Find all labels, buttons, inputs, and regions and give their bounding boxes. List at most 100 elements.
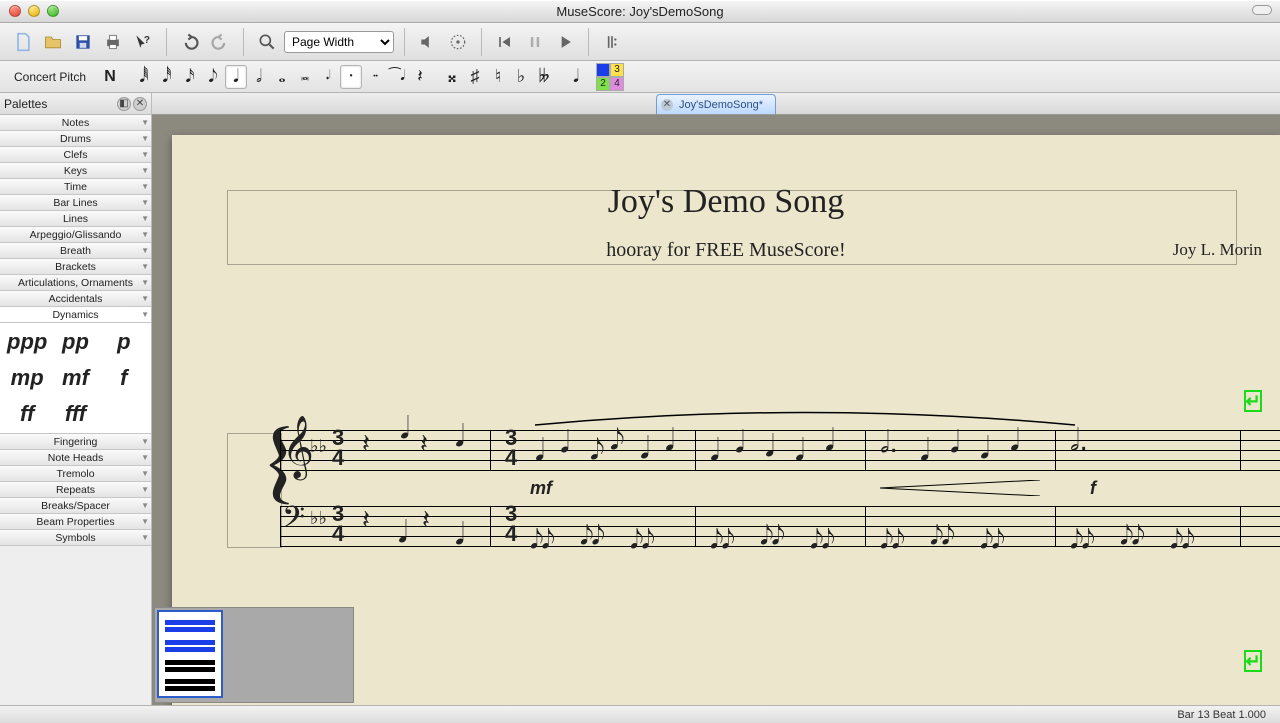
score-title[interactable]: Joy's Demo Song bbox=[172, 183, 1280, 221]
note[interactable]: 𝅘𝅥𝅮𝅘𝅥𝅮 bbox=[580, 520, 603, 552]
palette-item-bar-lines[interactable]: Bar Lines▼ bbox=[0, 195, 151, 211]
palettes-header[interactable]: Palettes ◧ ✕ bbox=[0, 93, 151, 115]
duration-quarter[interactable]: 𝅘𝅥 bbox=[225, 65, 247, 89]
zoom-dropdown[interactable]: Page Width bbox=[284, 31, 394, 53]
note[interactable]: 𝅘𝅥𝅮𝅘𝅥𝅮 bbox=[530, 524, 553, 556]
linebreak-icon[interactable]: ↵ bbox=[1244, 650, 1262, 672]
palette-item-beam-properties[interactable]: Beam Properties▼ bbox=[0, 514, 151, 530]
duration-double-dot[interactable]: ·· bbox=[363, 65, 385, 89]
note[interactable]: 𝅘𝅥 bbox=[455, 420, 465, 454]
palettes-undock-icon[interactable]: ◧ bbox=[117, 97, 131, 111]
note[interactable]: 𝄽 bbox=[422, 504, 430, 536]
note[interactable]: 𝅘𝅥 bbox=[920, 434, 930, 468]
palette-item-symbols[interactable]: Symbols▼ bbox=[0, 530, 151, 546]
dynamic-mf[interactable]: mf bbox=[54, 365, 96, 391]
dynamic-f[interactable]: f bbox=[103, 365, 145, 391]
note[interactable]: 𝅘𝅥 bbox=[400, 412, 410, 446]
page-thumbnail[interactable] bbox=[157, 610, 223, 698]
palette-item-arpeggio-glissando[interactable]: Arpeggio/Glissando▼ bbox=[0, 227, 151, 243]
duration-half[interactable]: 𝅗𝅥 bbox=[248, 65, 270, 89]
palette-item-brackets[interactable]: Brackets▼ bbox=[0, 259, 151, 275]
duration-64th[interactable]: 𝅘𝅥𝅱 bbox=[133, 65, 155, 89]
sharp-button[interactable]: ♯ bbox=[464, 65, 486, 89]
note[interactable]: 𝅘𝅥 bbox=[398, 516, 408, 550]
score-viewport[interactable]: Joy's Demo Song hooray for FREE MuseScor… bbox=[152, 115, 1280, 705]
palette-item-repeats[interactable]: Repeats▼ bbox=[0, 482, 151, 498]
palette-item-tremolo[interactable]: Tremolo▼ bbox=[0, 466, 151, 482]
note[interactable]: 𝄽 bbox=[362, 428, 370, 460]
dynamic-mf[interactable]: mf bbox=[530, 478, 552, 499]
palette-item-clefs[interactable]: Clefs▼ bbox=[0, 147, 151, 163]
zoom-select[interactable]: Page Width bbox=[284, 31, 394, 53]
note[interactable]: 𝅘𝅥𝅮𝅘𝅥𝅮 bbox=[1170, 524, 1193, 556]
duration-16th[interactable]: 𝅘𝅥𝅯 bbox=[179, 65, 201, 89]
navigator-panel[interactable] bbox=[154, 607, 354, 703]
redo-button[interactable] bbox=[207, 29, 233, 55]
dynamic-f[interactable]: f bbox=[1090, 478, 1096, 499]
natural-button[interactable]: ♮ bbox=[487, 65, 509, 89]
palette-item-time[interactable]: Time▼ bbox=[0, 179, 151, 195]
duration-8th[interactable]: 𝅘𝅥𝅮 bbox=[202, 65, 224, 89]
close-tab-icon[interactable]: ✕ bbox=[661, 99, 673, 111]
voice-4-button[interactable]: 4 bbox=[610, 77, 624, 91]
voice-1-button[interactable] bbox=[596, 63, 610, 77]
note[interactable]: 𝅘𝅥 bbox=[560, 426, 570, 460]
note[interactable]: 𝅘𝅥 bbox=[455, 518, 465, 552]
voice-selector[interactable]: 3 2 4 bbox=[596, 63, 638, 91]
crescendo[interactable] bbox=[880, 480, 1040, 496]
palette-item-drums[interactable]: Drums▼ bbox=[0, 131, 151, 147]
note-entry-button[interactable]: N bbox=[99, 65, 121, 89]
document-tab[interactable]: ✕ Joy'sDemoSong* bbox=[656, 94, 776, 114]
palette-item-notes[interactable]: Notes▼ bbox=[0, 115, 151, 131]
zoom-button[interactable] bbox=[254, 29, 280, 55]
note[interactable]: 𝅘𝅥𝅮𝅘𝅥𝅮 bbox=[1120, 520, 1143, 552]
rewind-button[interactable] bbox=[492, 29, 518, 55]
music-system[interactable]: 𝄔 𝄞 ♭♭ 3 4 𝄽 𝅘𝅥 𝄽 𝅘𝅥 3 4 bbox=[280, 430, 1280, 560]
save-file-button[interactable] bbox=[70, 29, 96, 55]
metronome-button[interactable] bbox=[445, 29, 471, 55]
dynamic-pp[interactable]: pp bbox=[54, 329, 96, 355]
note[interactable]: 𝅘𝅥 bbox=[795, 434, 805, 468]
concert-pitch-button[interactable]: Concert Pitch bbox=[6, 70, 98, 84]
note[interactable]: 𝅘𝅥 bbox=[980, 432, 990, 466]
note[interactable]: 𝅘𝅥𝅮𝅘𝅥𝅮 bbox=[880, 524, 903, 556]
note[interactable]: 𝅗𝅥. bbox=[880, 426, 898, 460]
note[interactable]: 𝄽 bbox=[420, 428, 428, 460]
flat-button[interactable]: ♭ bbox=[510, 65, 532, 89]
note[interactable]: 𝅘𝅥 bbox=[765, 430, 775, 464]
note[interactable]: 𝅘𝅥𝅮𝅘𝅥𝅮 bbox=[980, 524, 1003, 556]
note[interactable]: 𝅘𝅥 bbox=[950, 426, 960, 460]
double-sharp-button[interactable]: 𝄪 bbox=[441, 65, 463, 89]
linebreak-icon[interactable]: ↵ bbox=[1244, 390, 1262, 412]
repeat-button[interactable] bbox=[599, 29, 625, 55]
flip-stem-button[interactable]: 𝅘𝅥 bbox=[565, 65, 587, 89]
sound-button[interactable] bbox=[415, 29, 441, 55]
dynamic-fff[interactable]: fff bbox=[54, 401, 96, 427]
dynamic-p[interactable]: p bbox=[103, 329, 145, 355]
undo-button[interactable] bbox=[177, 29, 203, 55]
voice-3-button[interactable]: 3 bbox=[610, 63, 624, 77]
dynamic-ppp[interactable]: ppp bbox=[6, 329, 48, 355]
bass-staff[interactable]: 𝄢 ♭♭ 3 4 𝄽 𝅘𝅥 𝄽 𝅘𝅥 3 4 𝅘𝅥𝅮𝅘𝅥𝅮 𝅘𝅥𝅮𝅘𝅥𝅮 𝅘𝅥𝅮… bbox=[280, 506, 1280, 546]
print-button[interactable] bbox=[100, 29, 126, 55]
note[interactable]: 𝅘𝅥 bbox=[640, 432, 650, 466]
palette-item-lines[interactable]: Lines▼ bbox=[0, 211, 151, 227]
note[interactable]: 𝅘𝅥𝅮𝅘𝅥𝅮 bbox=[710, 524, 733, 556]
note[interactable]: 𝅘𝅥𝅮𝅘𝅥𝅮 bbox=[930, 520, 953, 552]
dynamic-ff[interactable]: ff bbox=[6, 401, 48, 427]
pause-button[interactable] bbox=[522, 29, 548, 55]
play-button[interactable] bbox=[552, 29, 578, 55]
note[interactable]: 𝅘𝅥𝅮 bbox=[590, 434, 605, 467]
palette-item-breaks-spacer[interactable]: Breaks/Spacer▼ bbox=[0, 498, 151, 514]
note[interactable]: 𝄽 bbox=[362, 504, 370, 536]
treble-staff[interactable]: 𝄞 ♭♭ 3 4 𝄽 𝅘𝅥 𝄽 𝅘𝅥 3 4 𝅘𝅥 𝅘𝅥 𝅘𝅥𝅮 bbox=[280, 430, 1280, 470]
new-file-button[interactable] bbox=[10, 29, 36, 55]
note[interactable]: 𝅘𝅥 bbox=[535, 434, 545, 468]
duration-longa[interactable]: 𝆺𝅥 bbox=[317, 65, 339, 89]
duration-dot[interactable]: · bbox=[340, 65, 362, 89]
palette-item-articulations-ornaments[interactable]: Articulations, Ornaments▼ bbox=[0, 275, 151, 291]
palettes-close-icon[interactable]: ✕ bbox=[133, 97, 147, 111]
palette-item-accidentals[interactable]: Accidentals▼ bbox=[0, 291, 151, 307]
note[interactable]: 𝅘𝅥𝅮𝅘𝅥𝅮 bbox=[760, 520, 783, 552]
note[interactable]: 𝅘𝅥𝅮𝅘𝅥𝅮 bbox=[810, 524, 833, 556]
